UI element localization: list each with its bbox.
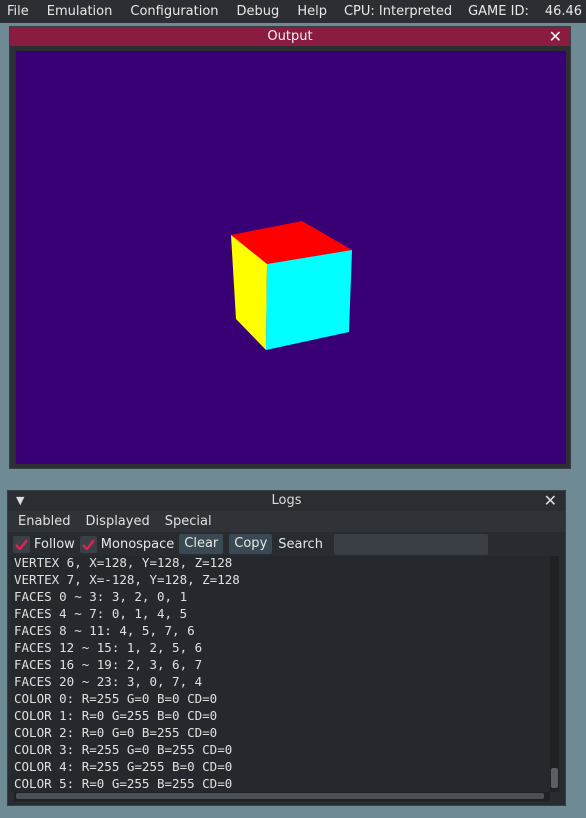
vertical-scrollbar[interactable] <box>550 556 559 792</box>
cube-right-face <box>266 250 352 350</box>
log-line: FACES 8 ~ 11: 4, 5, 7, 6 <box>14 623 195 638</box>
menu-bar: File Emulation Configuration Debug Help … <box>0 0 586 23</box>
follow-label: Follow <box>34 536 75 552</box>
log-line: COLOR 4: R=255 G=255 B=0 CD=0 <box>14 759 233 774</box>
copy-button[interactable]: Copy <box>229 534 273 554</box>
output-window: Output ✕ <box>9 26 571 469</box>
logs-title: Logs <box>271 493 302 508</box>
log-line: FACES 20 ~ 23: 3, 0, 7, 4 <box>14 674 203 689</box>
menu-help[interactable]: Help <box>290 0 334 23</box>
collapse-icon[interactable]: ▼ <box>16 491 24 511</box>
log-line: COLOR 2: R=0 G=0 B=255 CD=0 <box>14 725 218 740</box>
logs-window: Logs ▼ ✕ Enabled Displayed Special Follo… <box>7 490 566 806</box>
log-line: COLOR 0: R=255 G=0 B=0 CD=0 <box>14 691 218 706</box>
fps-counter: 46.46 FPS (2 <box>544 4 586 19</box>
log-line: COLOR 5: R=0 G=255 B=255 CD=0 <box>14 776 233 791</box>
menu-displayed[interactable]: Displayed <box>76 514 155 529</box>
scrollbar-thumb[interactable] <box>16 793 544 799</box>
log-line: VERTEX 7, X=-128, Y=128, Z=128 <box>14 572 240 587</box>
horizontal-scrollbar[interactable] <box>14 792 550 801</box>
log-line: FACES 4 ~ 7: 0, 1, 4, 5 <box>14 606 188 621</box>
cpu-status: CPU: Interpreted <box>343 4 453 19</box>
log-line: VERTEX 6, X=128, Y=128, Z=128 <box>14 556 233 570</box>
output-title-bar[interactable]: Output <box>10 27 570 46</box>
logs-menu-bar: Enabled Displayed Special <box>8 511 565 532</box>
log-lines: VERTEX 6, X=128, Y=128, Z=128 VERTEX 7, X… <box>14 556 240 792</box>
output-title: Output <box>267 29 313 44</box>
search-label: Search <box>278 536 323 552</box>
log-line: FACES 12 ~ 15: 1, 2, 5, 6 <box>14 640 203 655</box>
monospace-checkbox[interactable] <box>79 535 97 553</box>
monospace-label: Monospace <box>100 536 175 552</box>
clear-button[interactable]: Clear <box>179 534 224 554</box>
checkmark-icon <box>15 538 28 550</box>
render-viewport <box>16 51 566 464</box>
log-line: COLOR 3: R=255 G=0 B=255 CD=0 <box>14 742 233 757</box>
search-input[interactable] <box>333 533 488 555</box>
close-icon[interactable]: ✕ <box>549 27 562 46</box>
close-icon[interactable]: ✕ <box>544 491 557 511</box>
menu-emulation[interactable]: Emulation <box>40 0 120 23</box>
log-line: FACES 0 ~ 3: 3, 2, 0, 1 <box>14 589 188 604</box>
menu-configuration[interactable]: Configuration <box>123 0 225 23</box>
checkmark-icon <box>81 538 95 550</box>
logs-toolbar: Follow Monospace Clear Copy Search <box>8 532 565 556</box>
scrollbar-thumb[interactable] <box>551 768 558 788</box>
menu-enabled[interactable]: Enabled <box>8 514 76 529</box>
logs-title-bar[interactable]: Logs <box>8 491 565 511</box>
log-line: COLOR 1: R=0 G=255 B=0 CD=0 <box>14 708 218 723</box>
menu-special[interactable]: Special <box>155 514 217 529</box>
log-output[interactable]: VERTEX 6, X=128, Y=128, Z=128 VERTEX 7, X… <box>11 556 551 792</box>
log-line: FACES 16 ~ 19: 2, 3, 6, 7 <box>14 657 203 672</box>
menu-debug[interactable]: Debug <box>230 0 287 23</box>
game-id: GAME ID: <box>468 4 529 19</box>
cube-render <box>231 221 352 350</box>
follow-checkbox[interactable] <box>13 535 30 553</box>
menu-file[interactable]: File <box>0 0 36 23</box>
